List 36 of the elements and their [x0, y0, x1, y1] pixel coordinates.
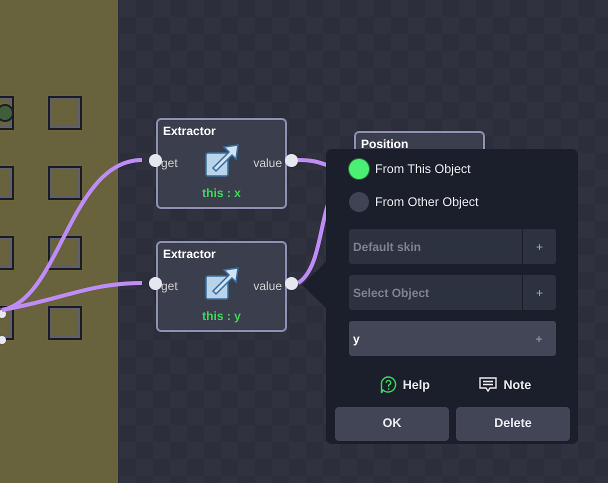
help-icon — [380, 376, 397, 394]
inventory-slot[interactable] — [48, 236, 82, 270]
note-icon — [479, 377, 498, 394]
delete-button[interactable]: Delete — [456, 406, 570, 441]
add-button[interactable]: + — [522, 321, 556, 356]
radio-option[interactable]: From Other Object — [349, 188, 556, 216]
port-label: get — [161, 155, 178, 172]
ok-button[interactable]: OK — [335, 406, 449, 441]
port-dot[interactable] — [285, 154, 298, 167]
node-title: Extractor — [163, 123, 216, 140]
port-label: value — [253, 278, 282, 295]
port-dot[interactable] — [0, 336, 6, 344]
node-card[interactable]: Extractor get value this : x — [156, 118, 287, 209]
port-dot[interactable] — [285, 277, 298, 290]
dropdown-field[interactable]: y — [349, 321, 522, 356]
node-card[interactable]: Extractor get value this : y — [156, 241, 287, 332]
node-value: this : y — [201, 308, 242, 325]
port-label: value — [253, 155, 282, 172]
node-title: Position — [361, 136, 408, 153]
port-label: get — [161, 278, 178, 295]
radio-option[interactable]: From This Object — [349, 155, 556, 183]
arrow-out-icon — [205, 267, 239, 301]
add-button[interactable]: + — [522, 229, 556, 264]
add-button[interactable]: + — [522, 275, 556, 310]
radio-icon[interactable] — [349, 159, 369, 179]
dropdown-field[interactable]: Default skin — [349, 229, 522, 264]
item-icon — [0, 104, 14, 122]
radio-icon[interactable] — [349, 192, 369, 212]
help-link[interactable]: Help — [380, 376, 430, 395]
node-value: this : x — [201, 185, 242, 202]
node-title: Extractor — [163, 246, 216, 263]
arrow-out-icon — [205, 144, 239, 178]
dropdown-field[interactable]: Select Object — [349, 275, 522, 310]
port-dot[interactable] — [149, 154, 162, 167]
note-link[interactable]: Note — [479, 376, 532, 395]
port-dot[interactable] — [149, 277, 162, 290]
